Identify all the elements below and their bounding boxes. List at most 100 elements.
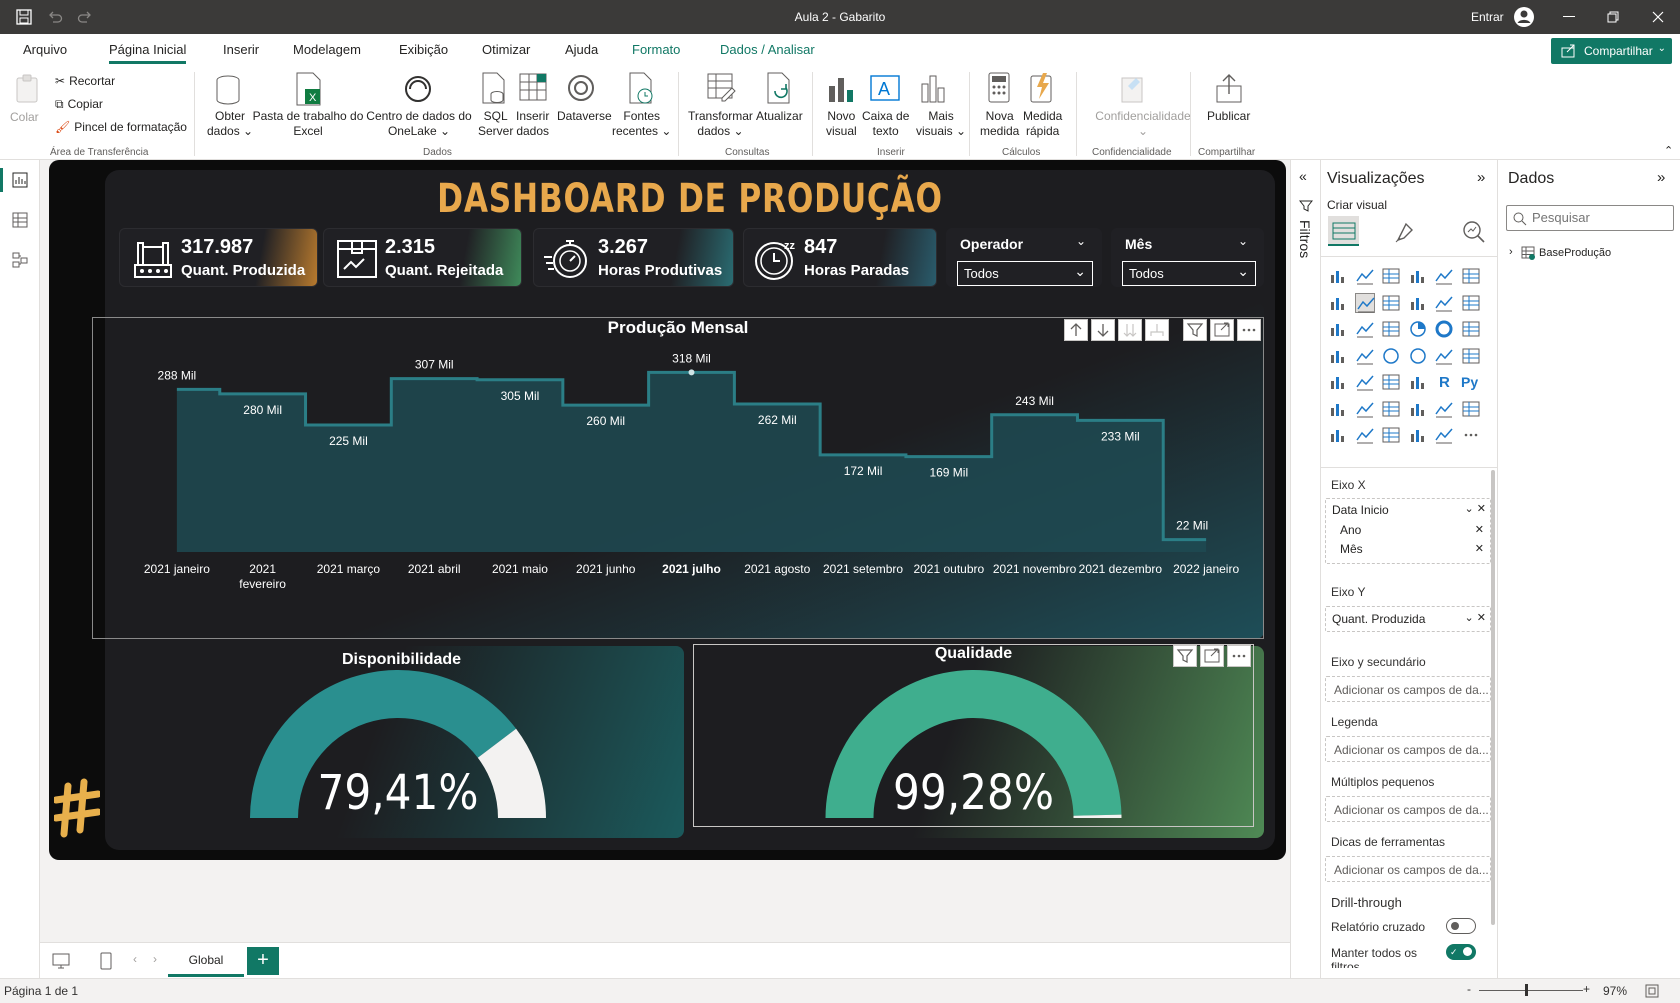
card-icon[interactable]	[1434, 346, 1454, 366]
donut-icon[interactable]	[1434, 319, 1454, 339]
azure-map-icon[interactable]	[1381, 346, 1401, 366]
100-bar-icon[interactable]	[1434, 266, 1454, 286]
well-drop-zone[interactable]: Adicionar os campos de da...	[1325, 796, 1491, 822]
well-drop-zone[interactable]: Adicionar os campos de da...	[1325, 736, 1491, 762]
close-icon[interactable]	[1652, 11, 1664, 23]
slicer-icon[interactable]	[1355, 372, 1375, 392]
kpi-card-produzida[interactable]: 317.987 Quant. Produzida	[119, 228, 318, 287]
well-drop-zone[interactable]: Adicionar os campos de da...	[1325, 856, 1491, 882]
line-clustered-icon[interactable]	[1434, 293, 1454, 313]
power-apps-icon[interactable]	[1328, 425, 1348, 445]
desktop-layout-icon[interactable]	[52, 953, 70, 969]
dataverse-button[interactable]: Dataverse	[557, 109, 612, 124]
tab-inserir[interactable]: Inserir	[223, 42, 259, 57]
100-column-icon[interactable]	[1461, 266, 1481, 286]
table-expand-icon[interactable]: ›	[1509, 246, 1513, 258]
clustered-bar-icon[interactable]	[1381, 266, 1401, 286]
transform-data-button[interactable]: Transformar dados ⌄	[688, 109, 753, 139]
remove-field-icon[interactable]: ✕	[1475, 523, 1484, 536]
field-menu-icon[interactable]: ⌄ ✕	[1465, 611, 1487, 624]
power-automate-icon[interactable]	[1355, 425, 1375, 445]
data-point[interactable]	[688, 369, 695, 376]
gauge-icon[interactable]	[1408, 346, 1428, 366]
copy-button[interactable]: ⧉ Copiar	[55, 97, 103, 112]
treemap-icon[interactable]	[1461, 319, 1481, 339]
signin-button[interactable]: Entrar	[1471, 10, 1504, 24]
multirow-card-icon[interactable]	[1461, 346, 1481, 366]
page-tab-global[interactable]: Global	[168, 943, 244, 977]
share-button[interactable]: Compartilhar ⌄	[1551, 38, 1672, 64]
smart-narrative-icon[interactable]	[1408, 399, 1428, 419]
new-visual-button[interactable]: Novo visual	[826, 109, 857, 139]
production-area-chart[interactable]: 288 Mil 2021 janeiro 280 Mil 2021 fevereiro 2…	[119, 340, 1264, 636]
quick-measure-button[interactable]: Medida rápida	[1023, 109, 1062, 139]
focus-mode-icon[interactable]	[1210, 319, 1234, 341]
get-data-button[interactable]: Obter dados ⌄	[207, 109, 253, 139]
report-view-icon[interactable]	[12, 172, 28, 188]
tab-otimizar[interactable]: Otimizar	[482, 42, 530, 57]
data-search-box[interactable]	[1506, 205, 1674, 231]
filter-icon[interactable]	[1183, 319, 1207, 341]
publish-button[interactable]: Publicar	[1207, 109, 1250, 124]
excel-button[interactable]: Pasta de trabalho do Excel	[252, 109, 364, 139]
tab-pagina-inicial[interactable]: Página Inicial	[109, 42, 187, 64]
textbox-button[interactable]: Caixa de texto	[862, 109, 909, 139]
decomposition-tree-icon[interactable]	[1355, 399, 1375, 419]
fit-to-page-icon[interactable]	[1645, 984, 1659, 998]
tab-modelagem[interactable]: Modelagem	[293, 42, 361, 57]
analytics-icon[interactable]	[1462, 220, 1486, 244]
expand-next-level-button[interactable]	[1118, 319, 1142, 341]
scatter-icon[interactable]	[1381, 319, 1401, 339]
expand-hierarchy-button[interactable]	[1145, 319, 1169, 341]
zoom-out-button[interactable]: -	[1467, 982, 1471, 996]
pie-icon[interactable]	[1408, 319, 1428, 339]
paginated-icon[interactable]	[1461, 399, 1481, 419]
add-page-button[interactable]: +	[247, 947, 279, 975]
diamond-icon[interactable]	[1408, 425, 1428, 445]
more-visuals-button[interactable]: Mais visuais ⌄	[916, 109, 966, 139]
chevron-icon[interactable]	[1434, 425, 1454, 445]
recent-sources-button[interactable]: Fontes recentes ⌄	[612, 109, 671, 139]
build-visual-tab[interactable]	[1328, 216, 1359, 246]
funnel-icon[interactable]	[1355, 319, 1375, 339]
clustered-column-icon[interactable]	[1408, 266, 1428, 286]
qna-icon[interactable]	[1381, 399, 1401, 419]
paste-button[interactable]: Colar	[10, 110, 39, 125]
viz-scrollbar[interactable]	[1491, 470, 1495, 925]
zoom-thumb[interactable]	[1525, 984, 1528, 996]
expand-filters-icon[interactable]: «	[1299, 168, 1307, 184]
metrics-icon[interactable]	[1434, 399, 1454, 419]
python-visual-icon[interactable]: Py	[1461, 372, 1481, 392]
format-visual-icon[interactable]	[1394, 220, 1418, 244]
collapse-ribbon-icon[interactable]: ⌃	[1664, 144, 1673, 157]
kpi-card-rejeitada[interactable]: 2.315 Quant. Rejeitada	[323, 228, 522, 287]
matrix-icon[interactable]	[1408, 372, 1428, 392]
table-view-icon[interactable]	[12, 212, 28, 228]
more-options-icon[interactable]	[1237, 319, 1261, 341]
stacked-area-icon[interactable]	[1381, 293, 1401, 313]
page-next-icon[interactable]: ›	[153, 952, 157, 966]
table-icon[interactable]	[1381, 372, 1401, 392]
r-visual-icon[interactable]: R	[1434, 372, 1454, 392]
search-input[interactable]	[1532, 210, 1667, 225]
table-name[interactable]: BaseProdução	[1539, 247, 1611, 259]
kpi-card-horas-produtivas[interactable]: 3.267 Horas Produtivas	[533, 228, 734, 287]
zoom-in-button[interactable]: +	[1583, 982, 1590, 996]
ribbon-chart-icon[interactable]	[1461, 293, 1481, 313]
format-painter-button[interactable]: 🖌 Pincel de formatação	[55, 120, 187, 135]
drill-down-button[interactable]	[1091, 319, 1115, 341]
kpi-card-horas-paradas[interactable]: zz 847 Horas Paradas	[743, 228, 937, 287]
page-prev-icon[interactable]: ‹	[133, 952, 137, 966]
remove-field-icon[interactable]: ✕	[1475, 542, 1484, 555]
cross-report-toggle[interactable]	[1446, 918, 1476, 934]
filters-pane-collapsed[interactable]: « Filtros	[1290, 160, 1320, 978]
collapse-viz-icon[interactable]: »	[1477, 169, 1485, 186]
map-icon[interactable]	[1328, 346, 1348, 366]
waterfall-icon[interactable]	[1328, 319, 1348, 339]
tab-arquivo[interactable]: Arquivo	[23, 42, 67, 57]
keep-filters-toggle[interactable]: ✓	[1446, 944, 1476, 960]
minimize-icon[interactable]	[1563, 16, 1575, 17]
area-chart-icon[interactable]	[1354, 292, 1375, 313]
more-icon[interactable]	[1461, 425, 1481, 445]
y-axis-well[interactable]: Quant. Produzida ⌄ ✕	[1325, 606, 1491, 632]
